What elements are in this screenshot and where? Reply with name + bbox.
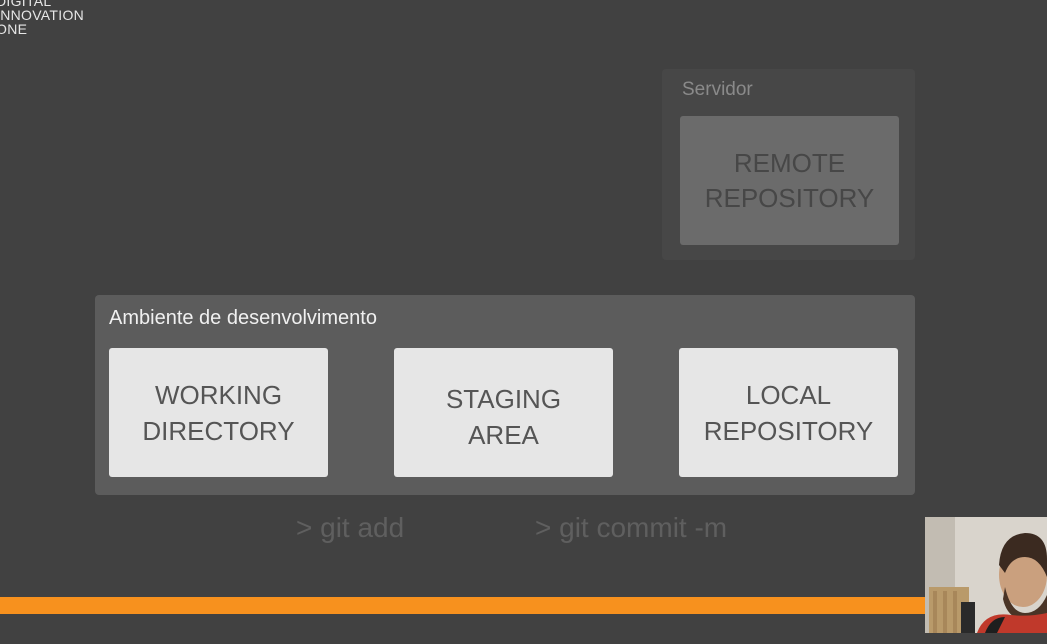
dev-environment-title: Ambiente de desenvolvimento bbox=[109, 307, 377, 329]
presenter-webcam-icon bbox=[925, 517, 1047, 633]
working-directory-label-1: WORKING bbox=[154, 379, 283, 410]
local-repository-label-2: REPOSITORY bbox=[703, 415, 874, 446]
git-add-command: > git add bbox=[296, 512, 405, 543]
brand-logo: DIGITAL INNOVATION ONE bbox=[0, 0, 84, 36]
local-repository-label-1: LOCAL bbox=[745, 379, 832, 410]
logo-line-3: ONE bbox=[0, 21, 28, 37]
git-commit-command: > git commit -m bbox=[535, 512, 728, 543]
dev-environment-group: Ambiente de desenvolvimento WORKING DIRE… bbox=[95, 295, 915, 495]
remote-repository-label-1: REMOTE bbox=[733, 147, 846, 178]
remote-repository-label-2: REPOSITORY bbox=[704, 182, 875, 213]
working-directory-label-2: DIRECTORY bbox=[142, 415, 295, 446]
staging-area-label-2: AREA bbox=[468, 419, 539, 450]
presenter-webcam bbox=[925, 517, 1047, 633]
accent-bar bbox=[0, 597, 1047, 614]
remote-repository-card: REMOTE REPOSITORY bbox=[680, 116, 899, 245]
working-directory-card: WORKING DIRECTORY bbox=[109, 348, 328, 477]
local-repository-card: LOCAL REPOSITORY bbox=[679, 348, 898, 477]
logo-line-2: INNOVATION bbox=[0, 7, 85, 23]
staging-area-label-1: STAGING bbox=[445, 383, 562, 414]
server-group-title: Servidor bbox=[682, 79, 753, 100]
server-group: Servidor REMOTE REPOSITORY bbox=[662, 69, 915, 260]
staging-area-card: STAGING AREA bbox=[394, 348, 613, 477]
